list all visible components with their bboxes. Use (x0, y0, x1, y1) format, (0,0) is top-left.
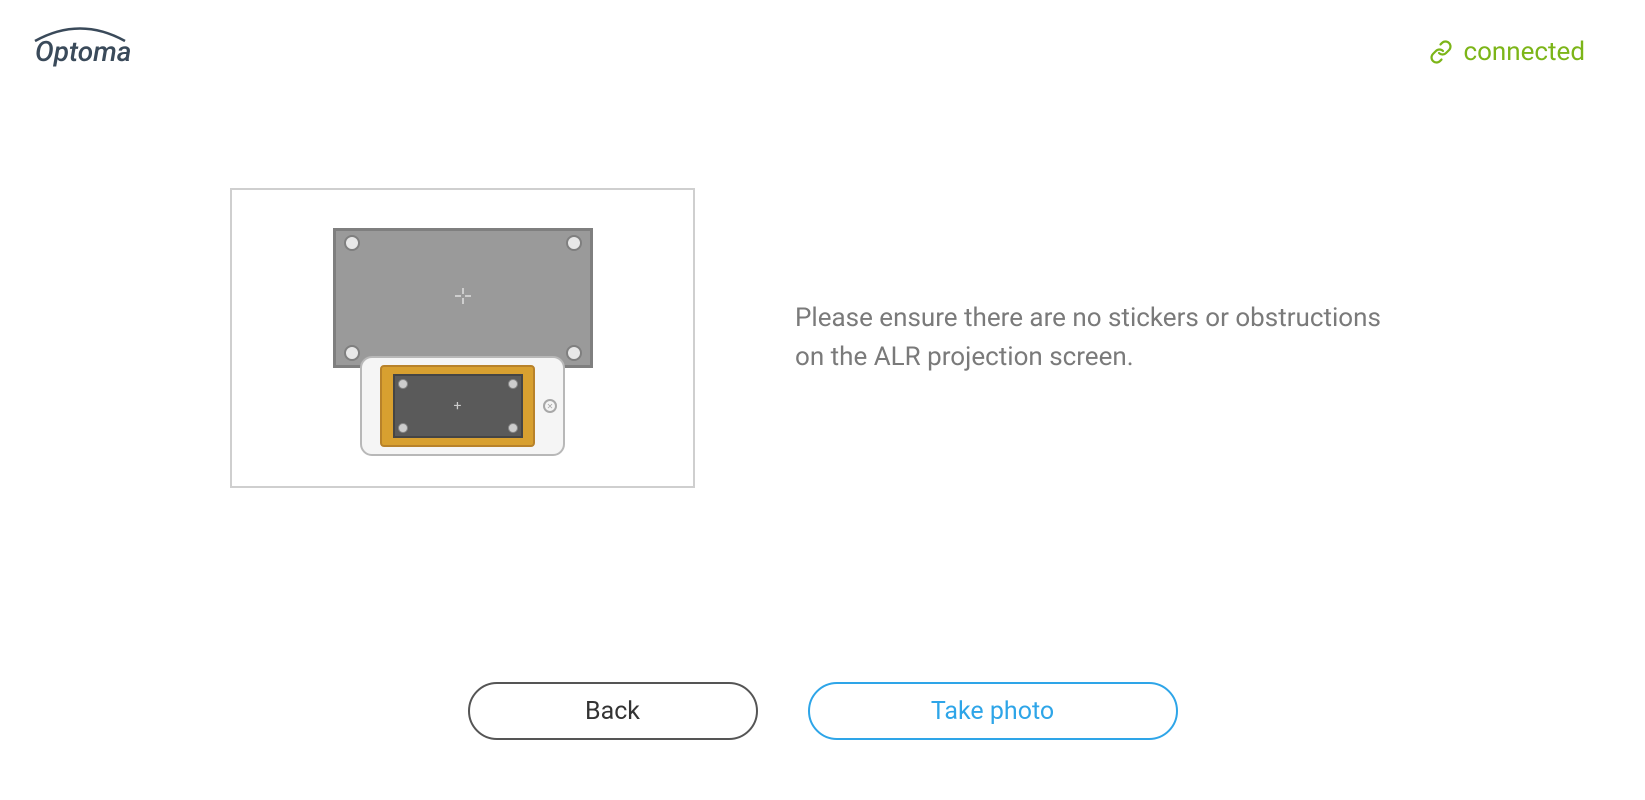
back-button[interactable]: Back (468, 682, 758, 740)
corner-dot-icon (398, 379, 408, 389)
corner-dot-icon (344, 235, 360, 251)
app-header: Optoma connected (0, 0, 1645, 68)
corner-dot-icon (566, 345, 582, 361)
corner-dot-icon (344, 345, 360, 361)
corner-dot-icon (508, 423, 518, 433)
corner-dot-icon (508, 379, 518, 389)
brand-logo: Optoma (35, 35, 131, 68)
projection-screen-graphic (333, 228, 593, 368)
link-icon (1429, 40, 1453, 64)
center-cross-icon: + (454, 398, 462, 414)
action-bar: Back Take photo (0, 682, 1645, 740)
corner-dot-icon (398, 423, 408, 433)
phone-inner-screen: + (393, 374, 523, 438)
setup-illustration: + ✕ (230, 188, 695, 488)
connection-status: connected (1429, 37, 1585, 67)
main-content: + ✕ Please ensure there are no stickers … (0, 68, 1645, 488)
status-label: connected (1463, 37, 1585, 67)
logo-arc-icon (30, 21, 130, 51)
phone-graphic: + ✕ (360, 356, 565, 456)
take-photo-button[interactable]: Take photo (808, 682, 1178, 740)
home-button-icon: ✕ (543, 399, 557, 413)
instruction-text: Please ensure there are no stickers or o… (795, 299, 1415, 377)
center-cross-icon (451, 284, 475, 313)
corner-dot-icon (566, 235, 582, 251)
phone-viewfinder: + (380, 365, 535, 447)
